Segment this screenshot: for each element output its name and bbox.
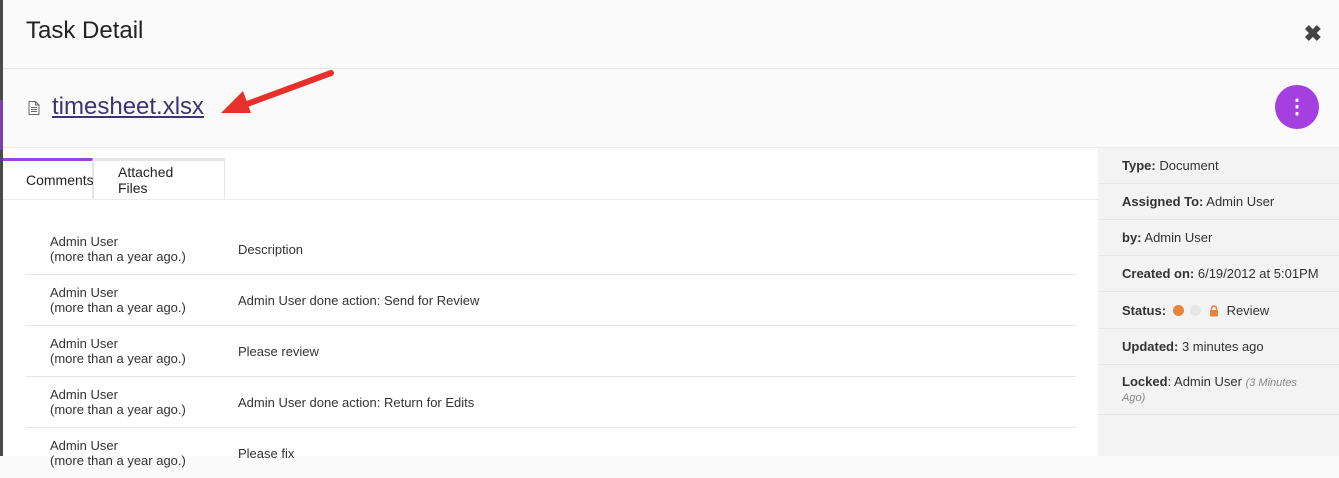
detail-label: by: bbox=[1122, 230, 1142, 245]
comment-row: Admin User (more than a year ago.) Pleas… bbox=[26, 326, 1076, 377]
tab-bar: Comments Attached Files bbox=[3, 158, 225, 200]
detail-label: Created on: bbox=[1122, 266, 1195, 281]
tab-comments[interactable]: Comments bbox=[3, 158, 94, 199]
main-content: Comments Attached Files Admin User (more… bbox=[3, 148, 1098, 468]
dialog-title: Task Detail bbox=[26, 17, 144, 44]
comment-time: (more than a year ago.) bbox=[50, 351, 186, 366]
comment-meta: Admin User (more than a year ago.) bbox=[50, 438, 186, 468]
detail-assigned-to: Assigned To: Admin User bbox=[1098, 184, 1339, 220]
comment-meta: Admin User (more than a year ago.) bbox=[50, 285, 186, 315]
annotation-arrow bbox=[213, 69, 338, 122]
detail-by: by: Admin User bbox=[1098, 220, 1339, 256]
detail-value: : Admin User bbox=[1167, 374, 1242, 389]
comment-list: Admin User (more than a year ago.) Descr… bbox=[26, 224, 1076, 478]
comment-time: (more than a year ago.) bbox=[50, 249, 186, 264]
comment-row: Admin User (more than a year ago.) Descr… bbox=[26, 224, 1076, 275]
tab-attached-files[interactable]: Attached Files bbox=[93, 158, 225, 199]
comment-meta: Admin User (more than a year ago.) bbox=[50, 234, 186, 264]
more-actions-button[interactable]: ⋮ bbox=[1275, 85, 1319, 129]
comment-text: Description bbox=[238, 242, 304, 257]
detail-label: Type: bbox=[1122, 158, 1156, 173]
file-name-link[interactable]: timesheet.xlsx bbox=[52, 93, 204, 121]
detail-value: 6/19/2012 at 5:01PM bbox=[1197, 266, 1319, 281]
comment-time: (more than a year ago.) bbox=[50, 402, 186, 417]
detail-label: Assigned To: bbox=[1122, 194, 1204, 209]
file-bar: timesheet.xlsx ⋮ bbox=[3, 69, 1339, 148]
detail-value: 3 minutes ago bbox=[1181, 339, 1264, 354]
comment-row: Admin User (more than a year ago.) Admin… bbox=[26, 377, 1076, 428]
comment-time: (more than a year ago.) bbox=[50, 453, 186, 468]
detail-created-on: Created on: 6/19/2012 at 5:01PM bbox=[1098, 256, 1339, 292]
detail-label: Status: bbox=[1122, 303, 1167, 318]
comment-author: Admin User bbox=[50, 285, 118, 300]
detail-label: Updated: bbox=[1122, 339, 1179, 354]
comment-author: Admin User bbox=[50, 387, 118, 402]
comment-text: Admin User done action: Return for Edits bbox=[238, 395, 475, 410]
comment-author: Admin User bbox=[50, 438, 118, 453]
comment-time: (more than a year ago.) bbox=[50, 300, 186, 315]
lock-duration-note-cont: Ago) bbox=[1122, 392, 1146, 404]
dialog-header: Task Detail ✖ bbox=[3, 0, 1339, 69]
document-icon bbox=[28, 101, 40, 120]
detail-value: Document bbox=[1159, 158, 1219, 173]
comment-text: Please review bbox=[238, 344, 319, 359]
comment-meta: Admin User (more than a year ago.) bbox=[50, 336, 186, 366]
comment-row: Admin User (more than a year ago.) Admin… bbox=[26, 275, 1076, 326]
comment-text: Please fix bbox=[238, 446, 295, 461]
vertical-dots-icon: ⋮ bbox=[1287, 96, 1307, 118]
detail-value: Admin User bbox=[1144, 230, 1213, 245]
status-inactive-dot bbox=[1190, 305, 1202, 316]
detail-label: Locked bbox=[1122, 374, 1168, 389]
detail-locked: Locked: Admin User (3 Minutes Ago) bbox=[1098, 365, 1339, 415]
lock-duration-note: (3 Minutes bbox=[1245, 377, 1297, 389]
comment-row: Admin User (more than a year ago.) Pleas… bbox=[26, 428, 1076, 478]
detail-status: Status: Review bbox=[1098, 292, 1339, 329]
status-active-dot bbox=[1172, 305, 1184, 316]
detail-value: Review bbox=[1226, 303, 1270, 318]
close-icon[interactable]: ✖ bbox=[1304, 23, 1322, 45]
detail-value: Admin User bbox=[1206, 194, 1275, 209]
details-panel: Type: Document Assigned To: Admin User b… bbox=[1098, 148, 1339, 456]
lock-icon bbox=[1209, 305, 1219, 320]
comment-text: Admin User done action: Send for Review bbox=[238, 293, 480, 308]
comment-author: Admin User bbox=[50, 234, 118, 249]
tab-divider bbox=[3, 199, 1098, 200]
detail-type: Type: Document bbox=[1098, 148, 1339, 184]
comment-meta: Admin User (more than a year ago.) bbox=[50, 387, 186, 417]
comment-author: Admin User bbox=[50, 336, 118, 351]
detail-updated: Updated: 3 minutes ago bbox=[1098, 329, 1339, 365]
